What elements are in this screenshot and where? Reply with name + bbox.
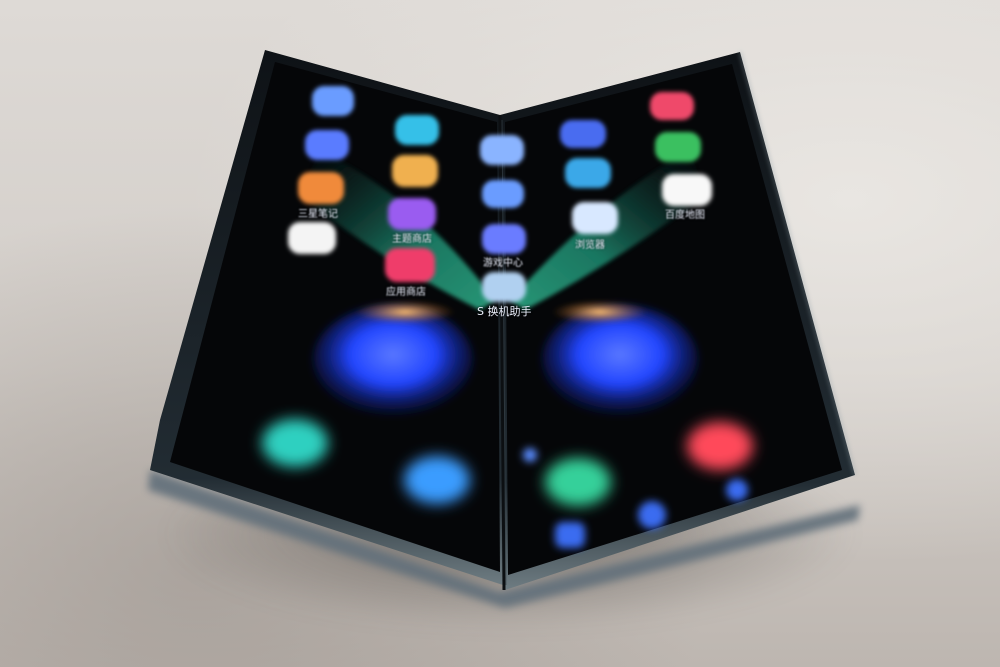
app-icon bbox=[305, 130, 349, 160]
dock-icon bbox=[545, 458, 611, 506]
app-icon bbox=[312, 86, 354, 116]
app-icon bbox=[650, 92, 694, 120]
dock-icon bbox=[404, 456, 470, 504]
app-icon bbox=[482, 272, 526, 302]
dock-icon bbox=[687, 422, 753, 470]
app-icon bbox=[482, 224, 526, 254]
photo-scene: 三星笔记 主题商店 应用商店 游戏中心 S 换机助手 浏览器 百度地图 bbox=[0, 0, 1000, 667]
app-label-baidu-maps: 百度地图 bbox=[665, 210, 705, 221]
nav-dot bbox=[523, 448, 537, 462]
app-label-app-store: 应用商店 bbox=[386, 287, 426, 298]
app-icon bbox=[482, 180, 524, 208]
app-label-samsung-notes: 三星笔记 bbox=[298, 209, 338, 220]
app-icon bbox=[395, 115, 439, 145]
app-icon bbox=[662, 174, 712, 206]
app-icon bbox=[655, 132, 701, 162]
dock-icon bbox=[262, 419, 328, 467]
app-icon bbox=[480, 135, 524, 165]
folding-phone bbox=[148, 50, 860, 608]
app-icon bbox=[565, 158, 611, 188]
nav-dot bbox=[726, 479, 748, 501]
app-label-smart-switch: S 换机助手 bbox=[477, 305, 532, 318]
app-icon bbox=[388, 198, 436, 230]
app-label-theme-store: 主题商店 bbox=[392, 234, 432, 245]
app-icon bbox=[288, 222, 336, 254]
nav-button bbox=[555, 522, 585, 548]
app-icon bbox=[392, 155, 438, 187]
nav-dot bbox=[638, 501, 666, 529]
app-icon bbox=[385, 248, 435, 282]
app-icon bbox=[560, 120, 606, 148]
app-label-game-center: 游戏中心 bbox=[483, 258, 523, 269]
app-icon bbox=[572, 202, 618, 234]
app-label-browser: 浏览器 bbox=[575, 240, 605, 251]
app-icon bbox=[298, 172, 344, 204]
